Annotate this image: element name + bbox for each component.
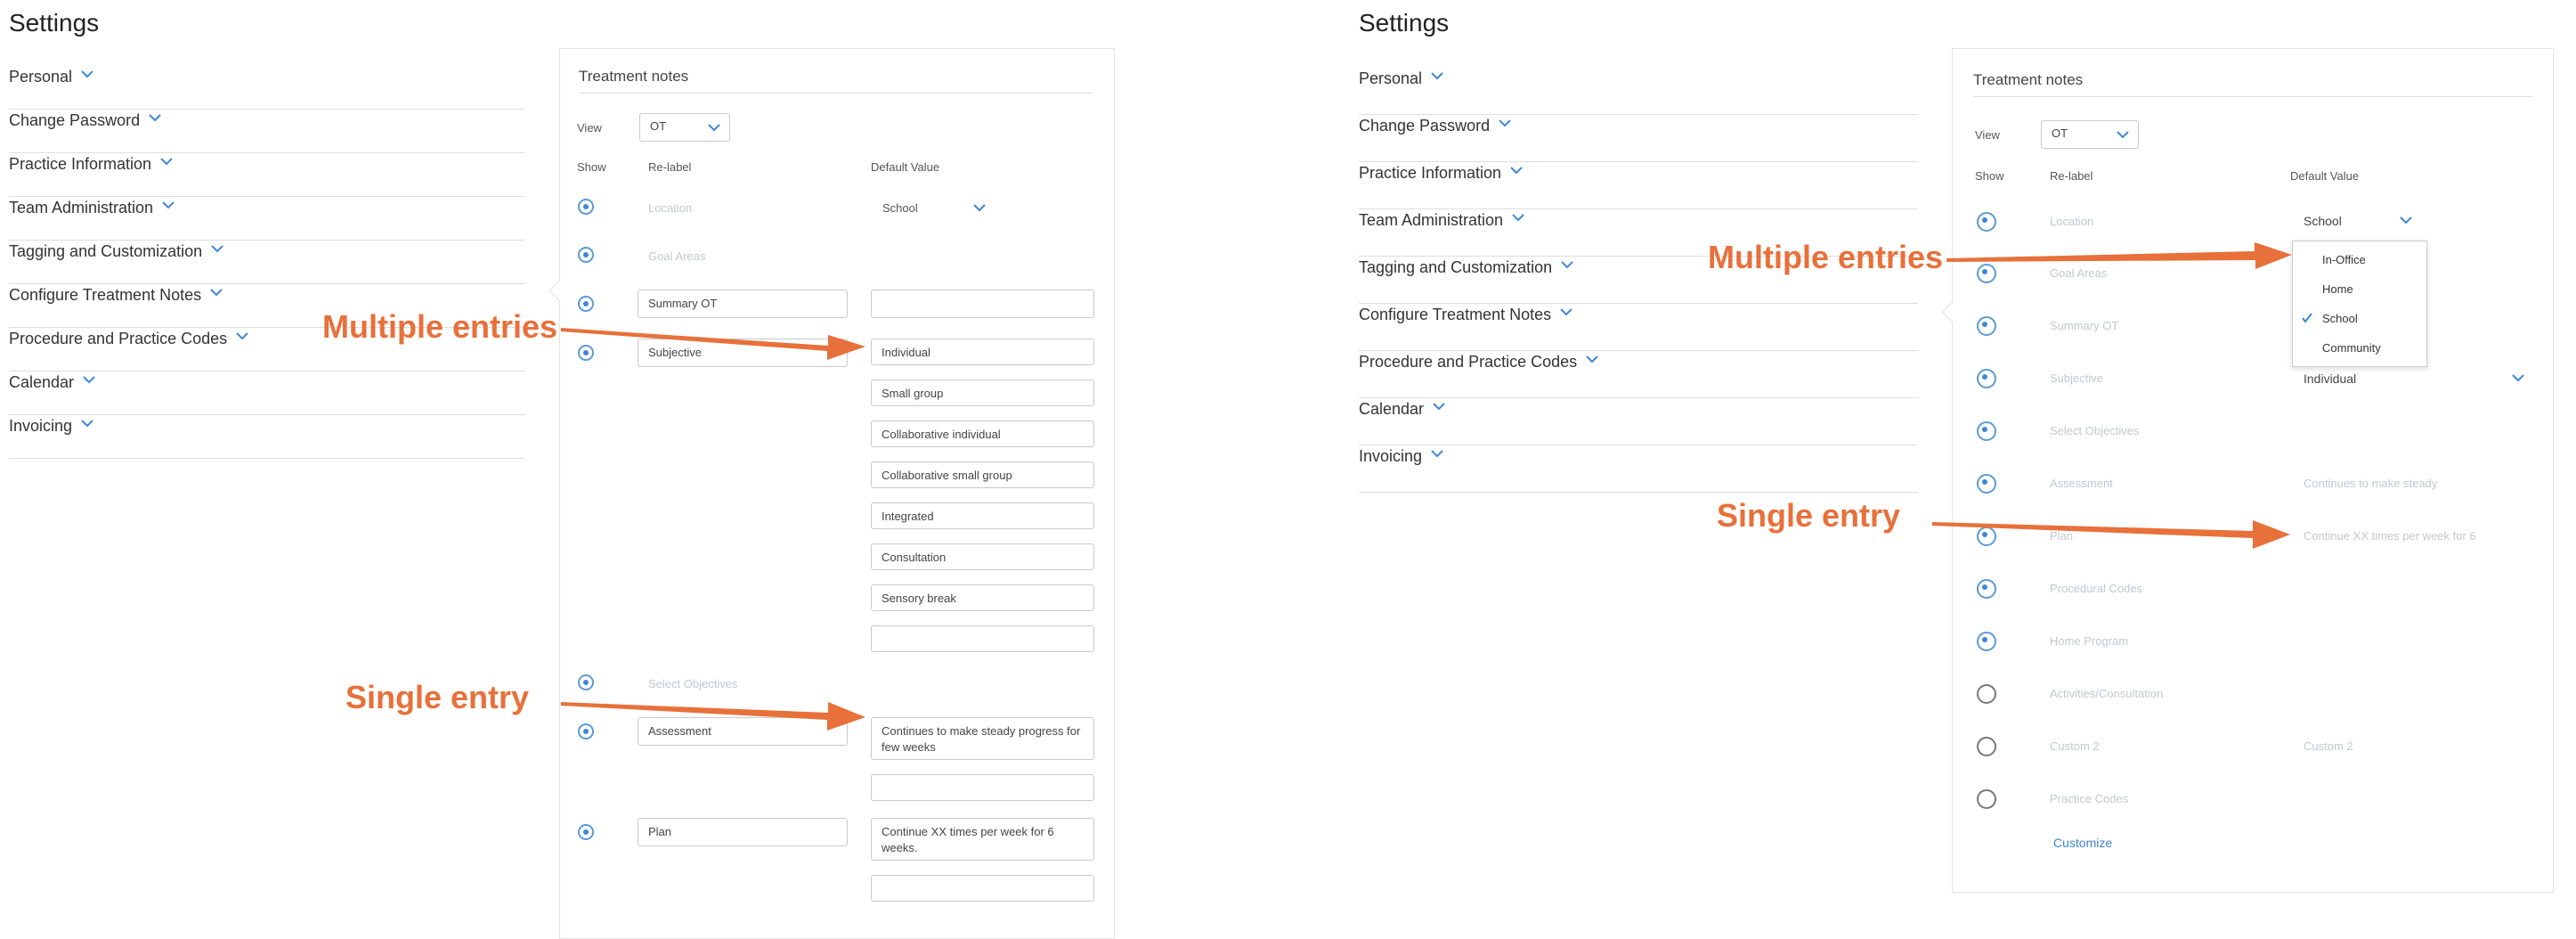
arrow-multiple-right [1946, 242, 2292, 269]
annotation-arrows-right [1932, 242, 2292, 549]
arrow-single-right [1932, 520, 2290, 549]
